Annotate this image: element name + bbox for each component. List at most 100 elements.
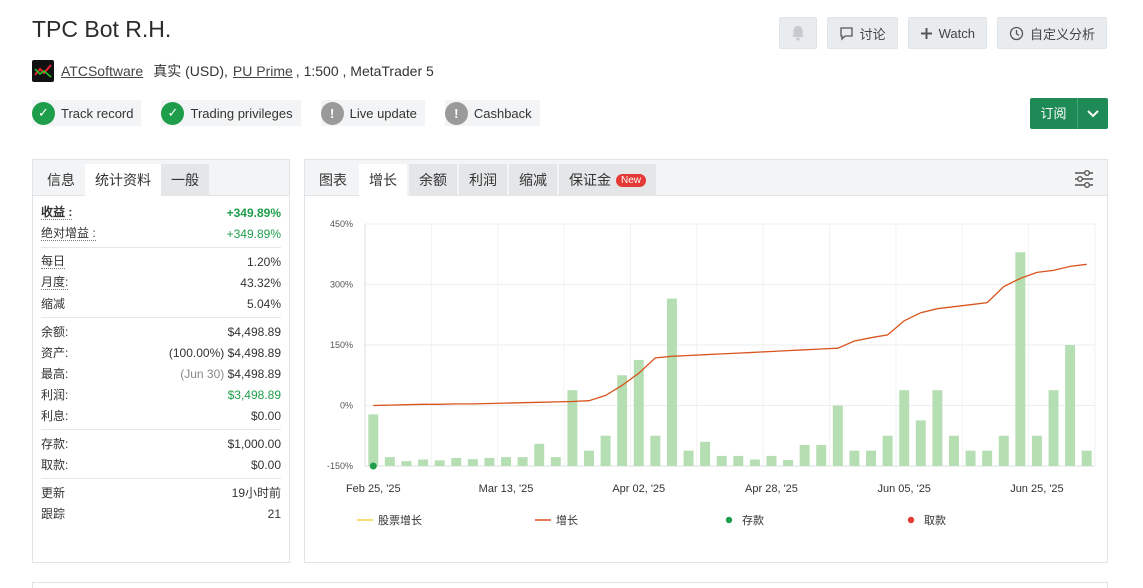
x-tick-label: Mar 13, '25 <box>479 483 534 495</box>
growth-bar <box>733 455 744 466</box>
stat-value: $3,498.89 <box>227 387 281 402</box>
stats-tabs: 信息 统计资料 一般 <box>33 160 289 196</box>
divider <box>41 317 281 318</box>
badge-live-update[interactable]: ! Live update <box>320 100 425 126</box>
stat-label: 余额: <box>41 325 69 339</box>
growth-bar <box>467 459 478 466</box>
growth-bar <box>501 457 511 466</box>
legend-swatch <box>725 516 733 524</box>
stat-prefix: (100.00%) <box>168 345 225 360</box>
growth-bar <box>368 414 379 466</box>
growth-bar <box>534 443 545 466</box>
stat-interest: 利息: $0.00 <box>41 405 281 426</box>
tab-info[interactable]: 信息 <box>37 164 85 196</box>
growth-bar <box>899 390 910 466</box>
y-tick-label: 150% <box>330 340 353 350</box>
stat-value: $0.00 <box>250 457 281 472</box>
stat-gain: 收益 : +349.89% <box>41 202 281 223</box>
tab-statistics[interactable]: 统计资料 <box>85 164 161 196</box>
next-section-edge <box>32 582 1108 588</box>
tab-chart[interactable]: 图表 <box>309 164 357 196</box>
stat-value: 5.04% <box>246 296 281 311</box>
account-info: ATCSoftware 真实 (USD), PU Prime , 1:500 ,… <box>32 60 434 82</box>
discuss-button[interactable]: 讨论 <box>826 17 898 49</box>
watch-button[interactable]: Watch <box>907 17 987 49</box>
stat-label: 存款: <box>41 437 69 451</box>
comment-icon <box>839 26 853 41</box>
stat-value: $4,498.89 <box>227 366 281 381</box>
y-tick-label: 450% <box>330 219 353 229</box>
legend-label: 取款 <box>924 513 946 527</box>
stat-label: 跟踪 <box>41 507 66 521</box>
growth-bar <box>700 441 711 466</box>
stat-value: $1,000.00 <box>227 436 281 451</box>
tab-drawdown[interactable]: 缩减 <box>509 164 557 196</box>
custom-analysis-button[interactable]: 自定义分析 <box>996 17 1107 49</box>
tab-profit[interactable]: 利润 <box>459 164 507 196</box>
stat-prefix: (Jun 30) <box>180 366 225 381</box>
growth-bar <box>949 435 959 466</box>
y-tick-label: -150% <box>327 461 353 471</box>
growth-bar <box>766 455 777 466</box>
stat-label: 最高: <box>41 367 69 381</box>
growth-line <box>373 263 1087 407</box>
legend-label: 存款 <box>742 513 764 527</box>
tab-margin-label: 保证金 <box>569 172 611 188</box>
stat-value: 1.20% <box>246 254 281 269</box>
growth-bar <box>882 435 893 466</box>
growth-bar <box>1081 450 1092 466</box>
stat-deposits: 存款: $1,000.00 <box>41 433 281 454</box>
divider <box>41 478 281 479</box>
badge-track-record[interactable]: ✓ Track record <box>32 100 142 126</box>
broker-link[interactable]: PU Prime <box>233 63 293 79</box>
tab-general[interactable]: 一般 <box>161 164 209 196</box>
growth-bar <box>617 375 628 466</box>
notification-button[interactable] <box>778 17 817 49</box>
growth-chart[interactable]: -150% 0% 150% 300% 450% Feb 25, '25 Mar 13, '2… <box>305 197 1107 563</box>
legend-label: 股票增长 <box>378 513 422 527</box>
tab-growth[interactable]: 增长 <box>359 164 407 196</box>
growth-bar <box>384 457 395 466</box>
chart-panel: 图表 增长 余额 利润 缩减 保证金 New -150% 0% 150% 300% 45… <box>304 159 1108 563</box>
author-logo <box>32 60 54 82</box>
tab-balance[interactable]: 余额 <box>409 164 457 196</box>
check-icon: ✓ <box>32 101 55 125</box>
stat-label: 每日 <box>41 253 66 269</box>
growth-bar <box>683 450 694 466</box>
stat-balance: 余额: $4,498.89 <box>41 321 281 342</box>
growth-bar <box>484 457 495 466</box>
stat-profit: 利润: $3,498.89 <box>41 384 281 405</box>
chart-tabs: 图表 增长 余额 利润 缩减 保证金 New <box>305 160 1107 196</box>
subscribe-button[interactable]: 订阅 <box>1030 98 1108 129</box>
x-tick-label: Feb 25, '25 <box>346 483 401 495</box>
plus-icon <box>920 27 932 39</box>
badge-label: Cashback <box>473 105 532 121</box>
account-type: 真实 (USD), <box>153 63 228 79</box>
chevron-down-icon[interactable] <box>1078 109 1108 118</box>
growth-bar <box>866 450 876 466</box>
settings-sliders-icon[interactable] <box>1073 168 1095 190</box>
stat-value: 19小时前 <box>231 486 281 500</box>
growth-bar <box>1048 390 1059 466</box>
y-tick-label: 300% <box>330 280 353 290</box>
growth-bar <box>799 445 810 466</box>
badge-cashback[interactable]: ! Cashback <box>444 100 540 126</box>
stat-equity: 资产: (100.00%) $4,498.89 <box>41 342 281 363</box>
exclamation-icon: ! <box>320 101 344 125</box>
growth-bar <box>998 435 1009 466</box>
badge-trading-privileges[interactable]: ✓ Trading privileges <box>161 100 301 126</box>
growth-bar <box>584 450 594 466</box>
growth-bar <box>434 460 445 466</box>
tab-margin[interactable]: 保证金 New <box>559 164 657 196</box>
stat-abs-gain: 绝对增益 : +349.89% <box>41 223 281 244</box>
check-icon: ✓ <box>161 101 185 125</box>
x-tick-label: Jun 25, '25 <box>1010 483 1063 495</box>
x-tick-label: Apr 28, '25 <box>745 483 798 495</box>
legend-swatch <box>907 516 915 524</box>
author-link[interactable]: ATCSoftware <box>61 63 143 79</box>
growth-bar <box>932 390 943 466</box>
watch-label: Watch <box>938 25 975 41</box>
growth-bar <box>1031 435 1042 466</box>
growth-bar <box>1015 252 1026 466</box>
stats-list: 收益 : +349.89% 绝对增益 : +349.89% 每日 1.20% 月… <box>33 202 289 524</box>
